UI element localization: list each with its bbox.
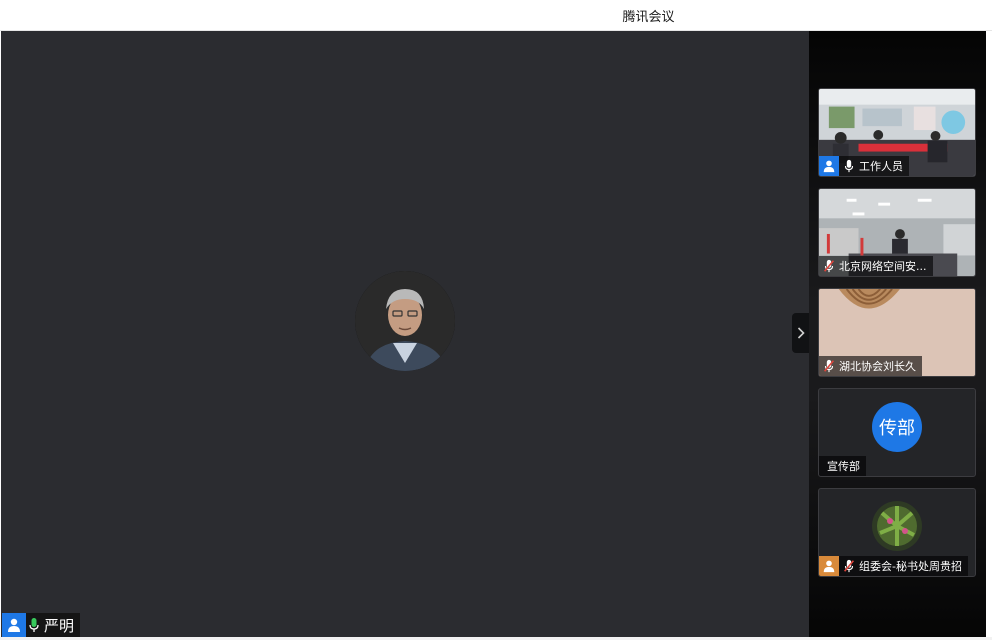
participant-name: 北京网络空间安... [839,260,927,273]
main-video-stage[interactable]: 严明 [1,31,810,637]
speaker-avatar [355,271,455,371]
participant-label: 组委会-秘书处周贵招 [819,556,968,576]
participant-name: 湖北协会刘长久 [839,360,916,373]
participant-tile[interactable]: 组委会-秘书处周贵招 [818,488,976,577]
participant-name: 组委会-秘书处周贵招 [859,560,962,573]
user-icon [819,556,839,576]
window-title: 腾讯会议 [622,10,675,25]
initials-avatar: 传部 [872,402,922,452]
chevron-right-icon [797,327,805,339]
mic-muted-icon [821,256,837,276]
window-edge [986,31,992,640]
mic-muted-icon [821,356,837,376]
user-icon [2,613,26,637]
person-photo-icon [355,271,455,371]
mic-on-icon [26,613,42,637]
speaker-nameplate: 严明 [2,613,81,637]
mic-muted-icon [841,556,857,576]
title-bar: 腾讯会议 [0,0,992,31]
participant-panel: 工作人员 北京网络空间安... 湖北协会刘长久 传部 宣传部 组委会-秘书处周贵… [809,31,986,637]
mic-on-icon [841,156,857,176]
participant-label: 北京网络空间安... [819,256,933,276]
plant-avatar [872,501,922,551]
speaker-name: 严明 [44,616,75,635]
participant-tile[interactable]: 北京网络空间安... [818,188,976,277]
participant-name: 工作人员 [859,160,903,173]
participant-label: 湖北协会刘长久 [819,356,922,376]
collapse-panel-button[interactable] [792,313,810,353]
participant-tile[interactable]: 工作人员 [818,88,976,177]
participant-name: 宣传部 [827,460,860,473]
participant-tile[interactable]: 传部 宣传部 [818,388,976,477]
participant-label: 工作人员 [819,156,909,176]
participant-label: 宣传部 [819,456,866,476]
user-icon [819,156,839,176]
participant-tile[interactable]: 湖北协会刘长久 [818,288,976,377]
